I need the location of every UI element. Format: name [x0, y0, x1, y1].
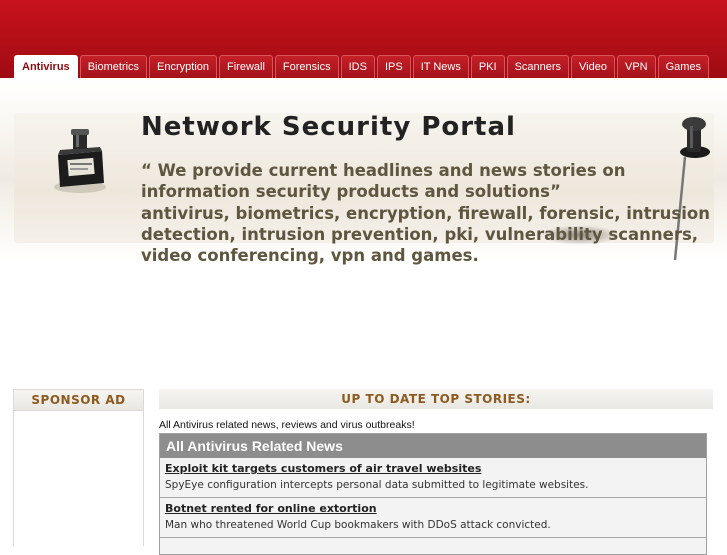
news-item-link[interactable]: Botnet rented for online extortion [165, 501, 701, 517]
sponsor-ad-heading: SPONSOR AD [14, 390, 143, 411]
news-item: Exploit kit targets customers of air tra… [160, 458, 706, 498]
tab-antivirus[interactable]: Antivirus [14, 55, 78, 79]
nav-tabs: Antivirus Biometrics Encryption Firewall… [14, 55, 711, 79]
banner-keywords: antivirus, biometrics, encryption, firew… [141, 204, 710, 265]
top-stories-heading: UP TO DATE TOP STORIES: [159, 389, 713, 409]
tab-ips[interactable]: IPS [376, 55, 411, 78]
news-item-description: Man who threatened World Cup bookmakers … [165, 519, 551, 531]
news-item-link[interactable]: Exploit kit targets customers of air tra… [165, 461, 701, 477]
news-box-title: All Antivirus Related News [160, 434, 706, 458]
tab-scanners[interactable]: Scanners [506, 55, 570, 78]
top-header-bar: Antivirus Biometrics Encryption Firewall… [0, 0, 727, 79]
tab-pki[interactable]: PKI [470, 55, 505, 78]
tab-games[interactable]: Games [657, 55, 710, 78]
sponsor-ad-panel: SPONSOR AD [13, 389, 144, 546]
tab-vpn[interactable]: VPN [616, 55, 656, 78]
news-item-description: SpyEye configuration intercepts personal… [165, 479, 589, 491]
tab-ids[interactable]: IDS [340, 55, 375, 78]
tab-encryption[interactable]: Encryption [149, 55, 218, 78]
page-title: Network Security Portal [141, 112, 516, 142]
tab-biometrics[interactable]: Biometrics [79, 55, 148, 78]
news-item: Botnet rented for online extortion Man w… [160, 498, 706, 538]
stories-intro: All Antivirus related news, reviews and … [159, 419, 415, 431]
tab-video[interactable]: Video [571, 55, 615, 78]
tab-firewall[interactable]: Firewall [219, 55, 273, 78]
tab-it-news[interactable]: IT News [412, 55, 469, 78]
banner-tagline: “ We provide current headlines and news … [141, 161, 626, 201]
tab-forensics[interactable]: Forensics [274, 55, 339, 78]
inkwell-icon [54, 129, 106, 193]
news-box: All Antivirus Related News Exploit kit t… [159, 433, 707, 555]
